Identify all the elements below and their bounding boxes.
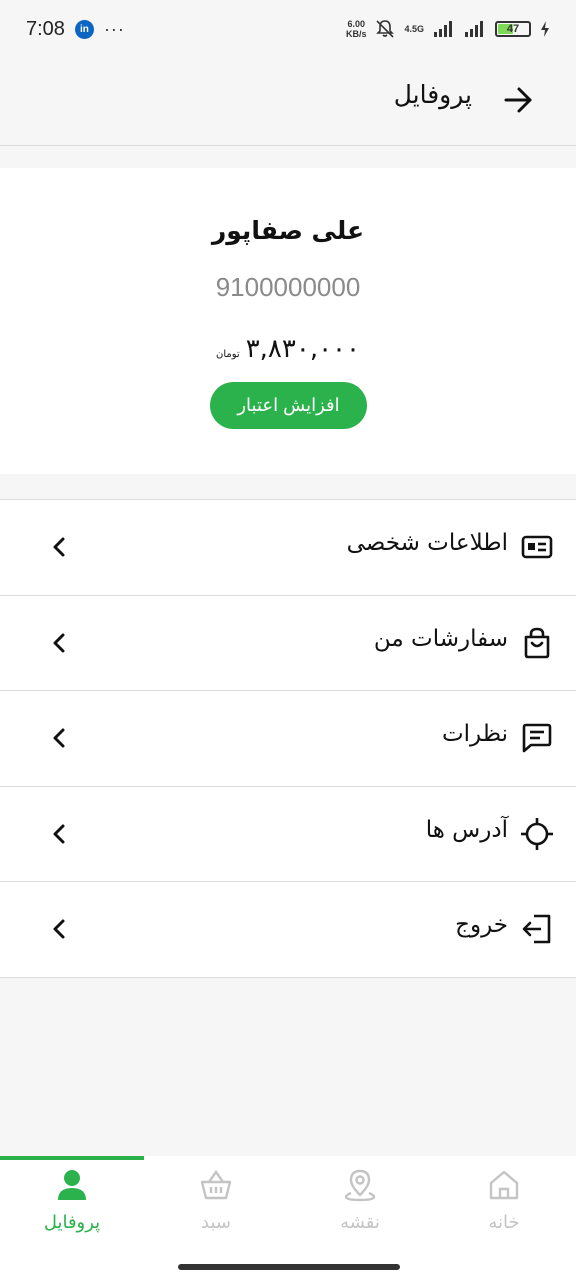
tab-label: خانه (488, 1212, 520, 1233)
tab-profile[interactable]: پروفایل (0, 1156, 144, 1280)
mute-bell-icon (376, 20, 395, 38)
signal-icon-2 (465, 21, 483, 37)
page-title: پروفایل (393, 80, 472, 109)
id-card-icon (521, 535, 553, 559)
home-indicator[interactable] (178, 1264, 400, 1270)
tab-label: نقشه (340, 1212, 380, 1233)
home-icon (489, 1170, 519, 1200)
net-speed-unit: KB/s (345, 29, 367, 39)
map-pin-icon (344, 1169, 376, 1202)
charging-icon (541, 21, 549, 37)
chevron-left-icon (53, 824, 65, 843)
balance-currency: تومان (216, 349, 240, 360)
tab-map[interactable]: نقشه (288, 1156, 432, 1280)
user-icon (58, 1170, 86, 1200)
menu-item-label: خروج (455, 912, 508, 938)
menu-item-label: سفارشات من (373, 625, 508, 652)
menu-item-addresses[interactable]: آدرس ها (0, 787, 576, 882)
net-speed-value: 6.00 (347, 19, 365, 29)
tab-basket[interactable]: سبد (144, 1156, 288, 1280)
tab-label: سبد (201, 1212, 231, 1233)
balance-row: تومان ۳,۸۳۰,۰۰۰ (0, 334, 576, 364)
menu-item-label: نظرات (441, 721, 508, 747)
user-name: علی صفاپور (211, 216, 365, 245)
user-phone: 9100000000 (215, 272, 361, 302)
app-header: پروفایل (0, 58, 576, 146)
signal-icon (434, 21, 452, 37)
linkedin-icon: in (74, 19, 94, 39)
profile-menu: اطلاعات شخصی سفارشات من نظرات آدرس ها خر… (0, 499, 576, 978)
chevron-left-icon (53, 633, 65, 652)
network-type: 4.5G (404, 24, 424, 34)
shopping-bag-icon (524, 627, 550, 658)
logout-icon (522, 914, 551, 944)
menu-item-label: اطلاعات شخصی (346, 530, 508, 556)
menu-item-logout[interactable]: خروج (0, 882, 576, 978)
tab-label: پروفایل (43, 1212, 101, 1233)
net-speed: 6.00 KB/s (346, 19, 367, 39)
status-right: 6.00 KB/s 4.5G 47 (346, 19, 550, 39)
tab-home[interactable]: خانه (432, 1156, 576, 1280)
chevron-left-icon (53, 537, 65, 557)
balance-amount: ۳,۸۳۰,۰۰۰ (245, 334, 360, 364)
back-arrow-icon[interactable] (500, 82, 536, 118)
battery-level: 47 (506, 23, 520, 35)
crosshair-icon (521, 817, 553, 850)
comment-icon (522, 723, 552, 753)
menu-item-label: آدرس ها (425, 816, 508, 843)
menu-item-personal-info[interactable]: اطلاعات شخصی (0, 500, 576, 596)
battery-icon: 47 (495, 21, 531, 37)
chevron-left-icon (53, 728, 65, 748)
profile-card: علی صفاپور 9100000000 تومان ۳,۸۳۰,۰۰۰ اف… (0, 168, 576, 474)
increase-credit-button[interactable]: افزایش اعتبار (210, 382, 367, 429)
menu-item-my-orders[interactable]: سفارشات من (0, 596, 576, 691)
status-left: 7:08 in ··· (26, 18, 125, 41)
menu-item-comments[interactable]: نظرات (0, 691, 576, 787)
status-bar: 7:08 in ··· 6.00 KB/s 4.5G 47 (0, 0, 576, 58)
bottom-nav: پروفایل سبد نقشه خانه (0, 1156, 576, 1280)
more-notifications-icon: ··· (103, 18, 125, 39)
basket-icon (200, 1169, 232, 1200)
status-time: 7:08 (26, 17, 65, 40)
chevron-left-icon (53, 919, 65, 939)
